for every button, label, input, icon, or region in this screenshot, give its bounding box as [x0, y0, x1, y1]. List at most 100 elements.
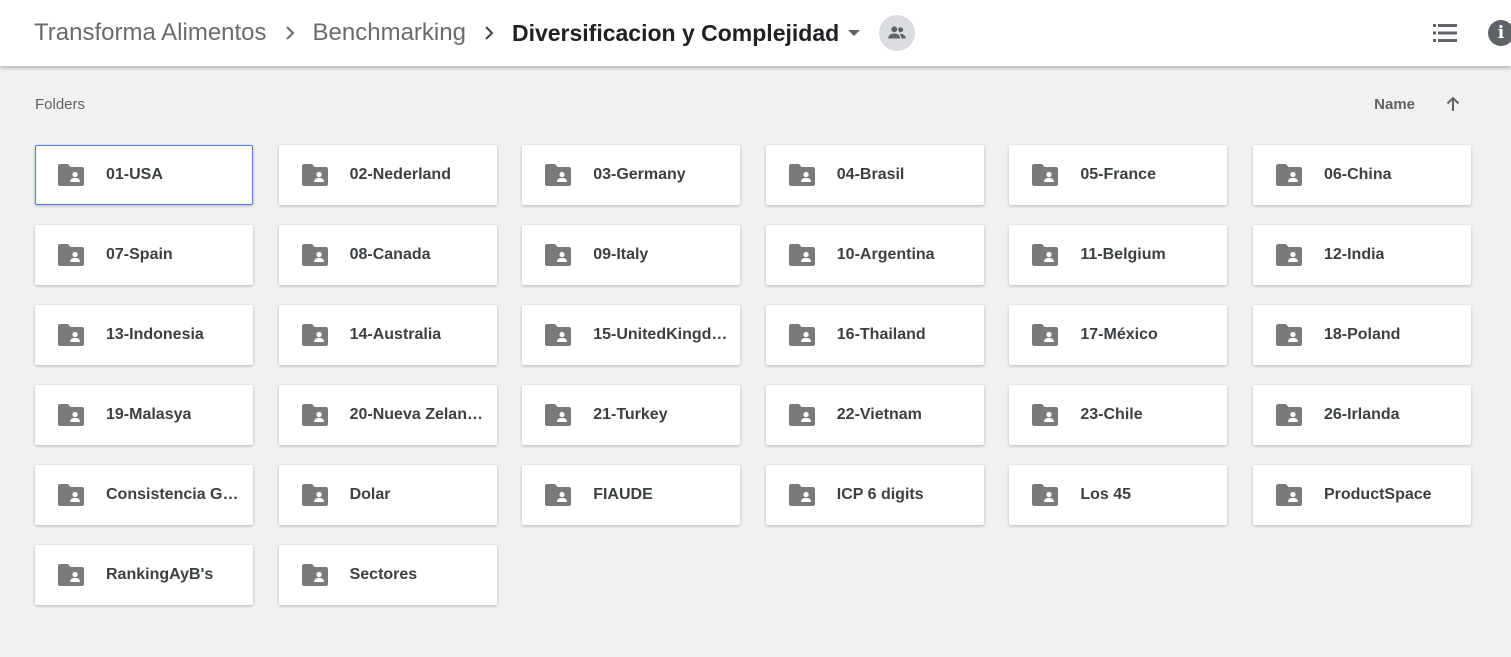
sort-by-name-button[interactable]: Name [1374, 96, 1415, 113]
folder-tile[interactable]: 17-México [1009, 305, 1228, 365]
folder-tile[interactable]: Consistencia Gl… [35, 465, 253, 525]
shared-folder-icon [544, 323, 572, 347]
folder-tile[interactable]: 22-Vietnam [765, 385, 984, 445]
folder-tile[interactable]: 10-Argentina [765, 225, 984, 285]
shared-folder-icon [301, 163, 329, 187]
folder-tile[interactable]: 03-Germany [522, 145, 741, 205]
shared-folder-icon [788, 243, 816, 267]
folder-name: 10-Argentina [836, 246, 935, 263]
folder-tile[interactable]: 06-China [1252, 145, 1471, 205]
folder-tile[interactable]: 15-UnitedKingdo… [522, 305, 741, 365]
shared-folder-icon [1031, 403, 1059, 427]
folder-name: 14-Australia [349, 326, 442, 343]
folder-tile[interactable]: 07-Spain [35, 225, 253, 285]
folder-name: 12-India [1323, 246, 1385, 263]
shared-folder-icon [1031, 243, 1059, 267]
folder-name: 06-China [1323, 166, 1392, 183]
folder-name: 09-Italy [593, 246, 649, 263]
folder-name: 16-Thailand [836, 326, 926, 343]
toolbar-actions: i [1430, 0, 1511, 66]
folder-tile[interactable]: Sectores [278, 545, 497, 605]
folder-tile[interactable]: 19-Malasya [35, 385, 253, 445]
folder-name: 11-Belgium [1080, 246, 1166, 263]
shared-folder-icon [301, 243, 329, 267]
folder-name: FIAUDE [593, 486, 653, 503]
folder-tile[interactable]: 02-Nederland [278, 145, 497, 205]
folder-tile[interactable]: Dolar [278, 465, 497, 525]
folder-tile[interactable]: 08-Canada [278, 225, 497, 285]
shared-folder-icon [57, 323, 85, 347]
folder-name: RankingAyB's [106, 566, 214, 583]
shared-folder-icon [1275, 483, 1303, 507]
shared-folder-icon [544, 483, 572, 507]
breadcrumb-item-benchmarking[interactable]: Benchmarking [313, 19, 466, 47]
folder-tile[interactable]: ProductSpace [1252, 465, 1471, 525]
chevron-right-icon [466, 26, 512, 40]
info-icon[interactable]: i [1488, 20, 1511, 46]
shared-folder-icon [788, 163, 816, 187]
folder-tile[interactable]: 13-Indonesia [35, 305, 253, 365]
folder-grid: 01-USA 02-Nederland 03-Germany 04-Brasil 05-… [35, 145, 1471, 605]
folder-name: 03-Germany [593, 166, 686, 183]
folder-name: ICP 6 digits [836, 486, 924, 503]
folder-tile[interactable]: RankingAyB's [35, 545, 253, 605]
folder-name: 20-Nueva Zelan… [349, 406, 483, 423]
folder-tile[interactable]: 11-Belgium [1009, 225, 1228, 285]
shared-folder-icon [1275, 243, 1303, 267]
shared-folder-icon [1275, 323, 1303, 347]
folder-tile[interactable]: 04-Brasil [765, 145, 984, 205]
folder-name: Los 45 [1080, 486, 1132, 503]
folder-tile[interactable]: 20-Nueva Zelan… [278, 385, 497, 445]
folder-name: 21-Turkey [593, 406, 668, 423]
shared-folder-icon [544, 403, 572, 427]
folder-name: 18-Poland [1323, 326, 1401, 343]
shared-folder-icon [1031, 483, 1059, 507]
folder-tile[interactable]: FIAUDE [522, 465, 741, 525]
shared-folder-icon [301, 563, 329, 587]
list-view-icon[interactable] [1430, 18, 1460, 48]
folder-tile[interactable]: 01-USA [35, 145, 253, 205]
folder-name: 17-México [1080, 326, 1158, 343]
people-icon[interactable] [879, 15, 916, 51]
folder-name: 15-UnitedKingdo… [593, 326, 729, 343]
folder-name: 23-Chile [1080, 406, 1143, 423]
folder-tile[interactable]: ICP 6 digits [765, 465, 984, 525]
folder-tile[interactable]: 12-India [1252, 225, 1471, 285]
folder-tile[interactable]: 18-Poland [1252, 305, 1471, 365]
shared-folder-icon [301, 403, 329, 427]
folder-name: 26-Irlanda [1323, 406, 1400, 423]
folder-tile[interactable]: 23-Chile [1009, 385, 1228, 445]
shared-folder-icon [788, 323, 816, 347]
breadcrumb-current[interactable]: Diversificacion y Complejidad [512, 20, 839, 47]
shared-folder-icon [1031, 163, 1059, 187]
shared-folder-icon [57, 483, 85, 507]
folder-name: 02-Nederland [349, 166, 451, 183]
folder-name: 05-France [1080, 166, 1156, 183]
shared-folder-icon [788, 483, 816, 507]
shared-folder-icon [301, 483, 329, 507]
folder-name: Consistencia Gl… [106, 486, 241, 503]
shared-folder-icon [544, 163, 572, 187]
shared-folder-icon [1031, 323, 1059, 347]
shared-folder-icon [301, 323, 329, 347]
folder-tile[interactable]: 14-Australia [278, 305, 497, 365]
caret-down-icon[interactable] [847, 29, 861, 37]
breadcrumb-item-transforma-alimentos[interactable]: Transforma Alimentos [34, 19, 267, 47]
folder-name: 08-Canada [349, 246, 431, 263]
shared-folder-icon [1275, 163, 1303, 187]
folder-tile[interactable]: 16-Thailand [765, 305, 984, 365]
folder-tile[interactable]: 05-France [1009, 145, 1228, 205]
shared-folder-icon [57, 563, 85, 587]
shared-folder-icon [788, 403, 816, 427]
shared-folder-icon [1275, 403, 1303, 427]
shared-folder-icon [57, 243, 85, 267]
folder-tile[interactable]: 21-Turkey [522, 385, 741, 445]
info-glyph: i [1497, 23, 1505, 43]
shared-folder-icon [544, 243, 572, 267]
folder-tile[interactable]: 26-Irlanda [1252, 385, 1471, 445]
folders-label: Folders [35, 96, 86, 113]
folder-name: 19-Malasya [106, 406, 192, 423]
arrow-up-icon[interactable] [1443, 94, 1463, 114]
folder-tile[interactable]: 09-Italy [522, 225, 741, 285]
folder-tile[interactable]: Los 45 [1009, 465, 1228, 525]
